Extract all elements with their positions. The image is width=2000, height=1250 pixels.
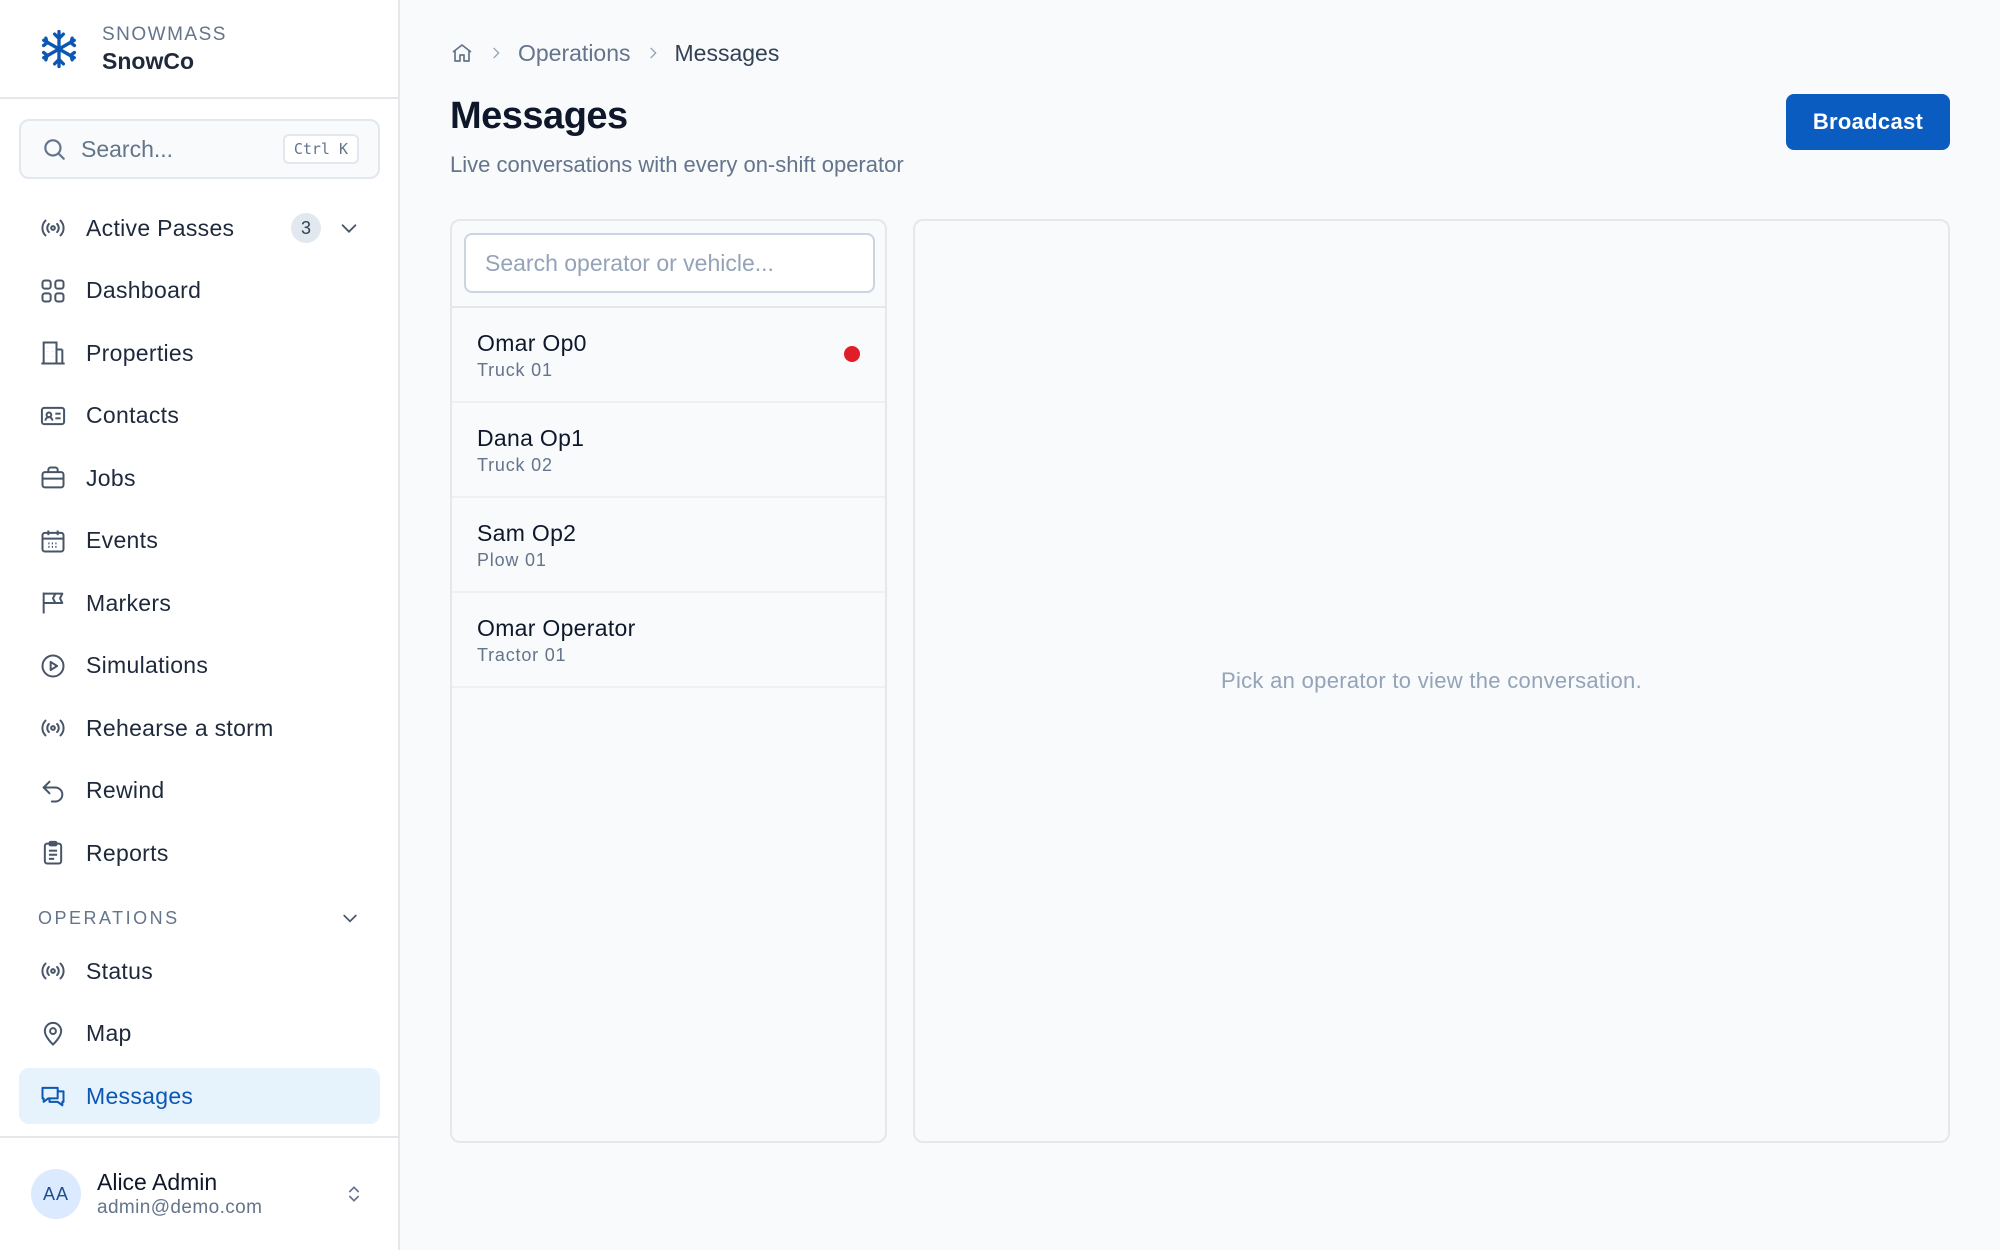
user-name: Alice Admin	[97, 1169, 218, 1195]
conversation-panel: Pick an operator to view the conversatio…	[913, 219, 1950, 1143]
user-menu[interactable]: AA Alice Admin admin@demo.com	[0, 1136, 398, 1250]
page-title: Messages	[450, 95, 628, 137]
operator-row[interactable]: Omar Op0 Truck 01	[452, 308, 885, 403]
sidebar-search[interactable]: Search... Ctrl K	[19, 119, 380, 179]
page-subtitle: Live conversations with every on-shift o…	[450, 152, 904, 177]
broadcast-icon	[39, 214, 67, 242]
sidebar-item-label: Dashboard	[86, 277, 202, 303]
count-badge: 3	[291, 213, 321, 243]
operator-name: Omar Operator	[477, 614, 636, 641]
dashboard-icon	[39, 277, 67, 305]
sidebar-item-properties[interactable]: Properties	[19, 325, 380, 381]
sidebar-item-reports[interactable]: Reports	[19, 825, 380, 881]
conversation-empty-state: Pick an operator to view the conversatio…	[1220, 668, 1643, 693]
briefcase-icon	[39, 464, 67, 492]
sidebar-item-label: Map	[86, 1020, 132, 1046]
sidebar-item-label: Jobs	[86, 464, 136, 491]
undo-icon	[39, 777, 67, 805]
sidebar: SNOWMASS SnowCo Search... Ctrl K Active …	[0, 0, 400, 1250]
unread-indicator	[844, 346, 860, 362]
sidebar-item-jobs[interactable]: Jobs	[19, 450, 380, 506]
operator-list-panel: Search operator or vehicle... Omar Op0 T…	[450, 219, 887, 1143]
sidebar-item-markers[interactable]: Markers	[19, 575, 380, 631]
broadcast-icon	[39, 714, 67, 742]
avatar: AA	[31, 1169, 81, 1219]
breadcrumb: Operations Messages	[450, 38, 779, 68]
sidebar-item-dashboard[interactable]: Dashboard	[19, 263, 380, 319]
search-icon	[41, 136, 67, 162]
breadcrumb-current: Messages	[674, 39, 780, 66]
sidebar-item-messages[interactable]: Messages	[19, 1068, 380, 1124]
operator-row[interactable]: Omar Operator Tractor 01	[452, 593, 885, 688]
sidebar-item-label: Status	[86, 957, 154, 984]
sidebar-item-events[interactable]: Events	[19, 513, 380, 569]
sidebar-nav: Active Passes 3 Dashboard Properties Con…	[19, 200, 380, 1131]
operator-name: Omar Op0	[477, 329, 587, 356]
sidebar-item-label: Reports	[86, 839, 169, 866]
sidebar-item-label: Active Passes	[86, 214, 235, 241]
calendar-icon	[39, 527, 67, 555]
sidebar-item-map[interactable]: Map	[19, 1006, 380, 1062]
operations-section-header[interactable]: OPERATIONS	[19, 893, 380, 943]
breadcrumb-operations[interactable]: Operations	[518, 40, 631, 67]
brand[interactable]: SNOWMASS SnowCo	[0, 0, 398, 99]
chat-icon	[39, 1082, 67, 1110]
sidebar-item-contacts[interactable]: Contacts	[19, 388, 380, 444]
tenant-name: SnowCo	[102, 47, 194, 74]
home-icon[interactable]	[450, 41, 474, 65]
sidebar-item-status[interactable]: Status	[19, 943, 380, 999]
sidebar-item-rehearse-storm[interactable]: Rehearse a storm	[19, 700, 380, 756]
operator-vehicle: Tractor 01	[477, 644, 567, 665]
sidebar-item-label: Rewind	[86, 777, 165, 803]
chevron-down-icon[interactable]	[338, 217, 360, 239]
chevron-down-icon[interactable]	[340, 908, 360, 928]
broadcast-button[interactable]: Broadcast	[1786, 94, 1950, 150]
clipboard-icon	[39, 839, 67, 867]
sidebar-item-label: Simulations	[86, 652, 209, 678]
sidebar-item-label: Markers	[86, 589, 172, 616]
sidebar-item-label: Events	[86, 527, 159, 553]
operator-row[interactable]: Dana Op1 Truck 02	[452, 403, 885, 498]
operator-vehicle: Truck 01	[477, 359, 553, 380]
sidebar-item-label: Properties	[86, 339, 194, 366]
broadcast-icon	[39, 957, 67, 985]
sidebar-item-label: Messages	[86, 1082, 194, 1109]
operator-name: Dana Op1	[477, 424, 585, 451]
operator-search-input[interactable]: Search operator or vehicle...	[464, 233, 875, 293]
sidebar-item-active-passes[interactable]: Active Passes 3	[19, 200, 380, 256]
building-icon	[39, 339, 67, 367]
flag-icon	[39, 589, 67, 617]
operator-name: Sam Op2	[477, 519, 577, 546]
user-email: admin@demo.com	[97, 1197, 263, 1218]
chevron-right-icon	[488, 45, 504, 61]
play-circle-icon	[39, 652, 67, 680]
id-card-icon	[39, 402, 67, 430]
snowflake-icon	[38, 28, 80, 70]
map-pin-icon	[39, 1020, 67, 1048]
operator-vehicle: Plow 01	[477, 549, 547, 570]
operator-vehicle: Truck 02	[477, 454, 553, 475]
org-name: SNOWMASS	[102, 23, 227, 45]
sidebar-item-label: Rehearse a storm	[86, 714, 274, 741]
sidebar-item-simulations[interactable]: Simulations	[19, 638, 380, 694]
sidebar-item-label: Contacts	[86, 402, 180, 428]
section-label: OPERATIONS	[38, 907, 180, 928]
search-placeholder: Search...	[81, 135, 174, 162]
chevron-up-down-icon[interactable]	[344, 1184, 364, 1204]
operator-row[interactable]: Sam Op2 Plow 01	[452, 498, 885, 593]
chevron-right-icon	[645, 45, 661, 61]
search-shortcut: Ctrl K	[282, 134, 359, 164]
sidebar-item-rewind[interactable]: Rewind	[19, 763, 380, 819]
